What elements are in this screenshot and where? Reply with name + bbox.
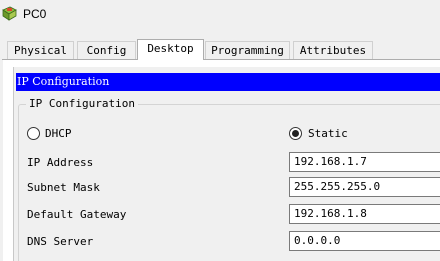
tab-desktop[interactable]: Desktop (137, 39, 204, 60)
dhcp-label[interactable]: DHCP (45, 127, 72, 140)
tab-config[interactable]: Config (77, 41, 136, 60)
tab-physical[interactable]: Physical (7, 41, 74, 60)
ip-address-label: IP Address (27, 156, 94, 169)
window-title: PC0 (23, 7, 47, 21)
default-gateway-label: Default Gateway (27, 208, 127, 221)
ip-address-input[interactable]: 192.168.1.7 (289, 152, 440, 172)
static-label[interactable]: Static (308, 127, 348, 140)
subnet-mask-label: Subnet Mask (27, 181, 100, 194)
tab-programming[interactable]: Programming (205, 41, 290, 60)
ip-config-header: IP Configuration (16, 73, 440, 91)
ip-config-group-title: IP Configuration (26, 97, 138, 110)
default-gateway-input[interactable]: 192.168.1.8 (289, 204, 440, 224)
dns-server-label: DNS Server (27, 235, 94, 248)
pc-app-icon (2, 6, 17, 21)
title-bar: PC0 (0, 0, 440, 30)
tab-strip: Physical Config Desktop Programming Attr… (0, 39, 440, 60)
tab-attributes[interactable]: Attributes (293, 41, 373, 60)
static-radio[interactable] (289, 127, 302, 140)
static-radio-dot (292, 130, 299, 137)
subnet-mask-input[interactable]: 255.255.255.0 (289, 177, 440, 197)
dns-server-input[interactable]: 0.0.0.0 (289, 231, 440, 251)
dhcp-radio[interactable] (27, 127, 40, 140)
